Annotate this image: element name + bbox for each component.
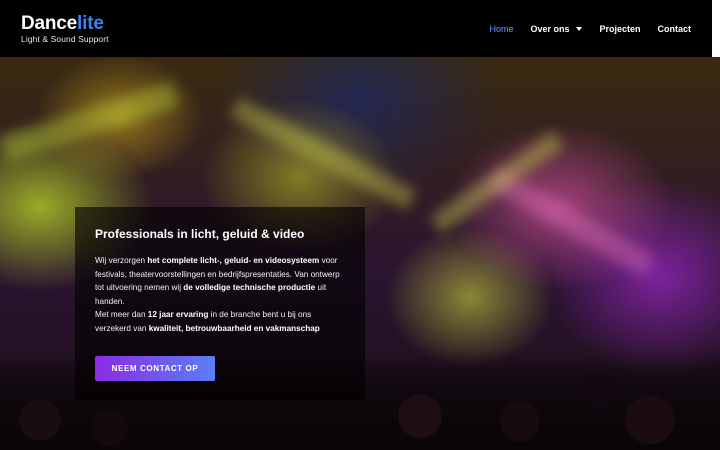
logo-part-lite: lite	[77, 12, 104, 34]
nav-home[interactable]: Home	[489, 24, 513, 34]
chevron-down-icon	[576, 26, 583, 31]
hero-text-bold: de volledige technische productie	[183, 283, 316, 292]
nav-projects[interactable]: Projecten	[599, 24, 640, 34]
hero-title: Professionals in licht, geluid & video	[95, 227, 305, 241]
nav-contact[interactable]: Contact	[658, 24, 692, 34]
nav-about[interactable]: Over ons	[530, 23, 583, 34]
hero-text-bold: het complete licht-, geluid- en videosys…	[147, 256, 320, 265]
logo-part-dance: Dance	[21, 12, 78, 34]
main-nav: Home Over ons Projecten Contact	[472, 24, 691, 34]
scrollbar-strip	[712, 0, 720, 57]
logo-tagline: Light & Sound Support	[21, 33, 109, 44]
light-beam	[229, 97, 417, 211]
hero-text: Wij verzorgen	[95, 256, 148, 265]
hero-text-bold: 12 jaar ervaring	[147, 310, 209, 319]
site-header: Dancelite Light & Sound Support Home Ove…	[0, 0, 712, 57]
hero-text: Met meer dan	[95, 310, 148, 319]
hero-paragraph-1: Wij verzorgen het complete licht-, gelui…	[95, 254, 345, 308]
hero-text-bold: kwaliteit, betrouwbaarheid en vakmanscha…	[148, 323, 320, 333]
logo-wordmark: Dancelite	[21, 14, 109, 33]
light-beam	[488, 167, 656, 278]
hero-paragraph-2: Met meer dan 12 jaar ervaring in de bran…	[95, 308, 345, 335]
light-beam	[0, 81, 180, 162]
contact-cta-button[interactable]: NEEM CONTACT OP	[95, 356, 215, 381]
logo[interactable]: Dancelite Light & Sound Support	[21, 14, 109, 44]
nav-about-label: Over ons	[530, 23, 570, 34]
